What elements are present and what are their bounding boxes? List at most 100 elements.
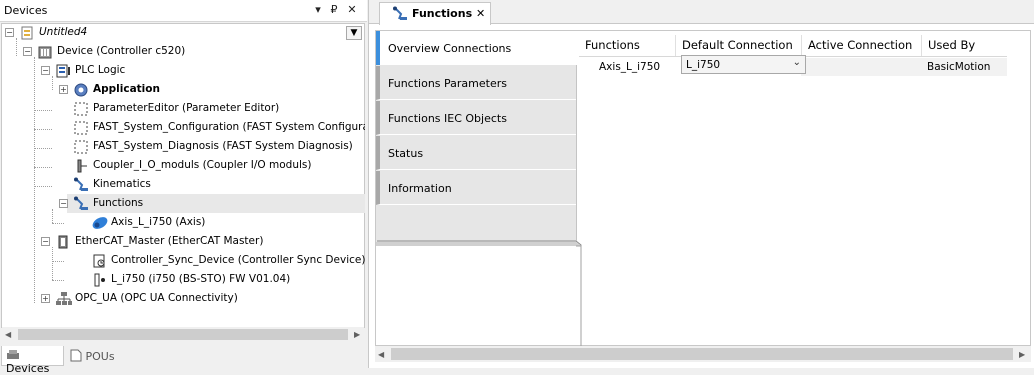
tree-item-label: Coupler_I_O_moduls (Coupler I/O moduls) [93,159,312,171]
functions-icon [392,6,408,25]
cell-used-by: BasicMotion [921,58,1007,76]
scrollbar-thumb[interactable] [391,348,1013,360]
tree-item-label: EtherCAT_Master (EtherCAT Master) [75,235,264,247]
tree-item-label: ParameterEditor (Parameter Editor) [93,102,280,114]
cell-function: Axis_L_i750 [599,61,661,73]
close-tab-icon[interactable]: ✕ [476,7,485,20]
collapse-icon[interactable]: − [23,47,32,56]
tree-item[interactable]: FAST_System_Diagnosis (FAST System Diagn… [1,137,365,156]
scroll-left-icon[interactable]: ◀ [5,329,11,340]
tree-item-label: Controller_Sync_Device (Controller Sync … [111,254,365,266]
expand-icon[interactable]: + [59,85,68,94]
editor-horizontal-scrollbar[interactable]: ◀ ▶ [375,346,1031,362]
devices-panel-header: Devices ▾ ₽ ✕ [0,0,367,22]
expand-icon[interactable]: + [41,294,50,303]
default-connection-dropdown[interactable]: L_i750 ⌄ [681,55,806,74]
tree-item-label: Application [93,83,160,95]
dashed-box-icon [73,101,89,117]
tree-item[interactable]: − Functions [59,194,365,213]
scroll-right-icon[interactable]: ▶ [1019,349,1025,360]
side-tab-label: Functions IEC Objects [388,112,507,125]
side-tab-label: Information [388,182,452,195]
editor-tab-functions[interactable]: Functions ✕ [379,2,491,25]
column-header-active-connection[interactable]: Active Connection [801,35,921,56]
tree-item[interactable]: ParameterEditor (Parameter Editor) [1,99,365,118]
ethercat-icon [55,234,71,250]
sync-device-icon [91,253,107,269]
editor-area: Functions ✕ Overview Connections Function… [368,0,1034,368]
side-tab-functions-parameters[interactable]: Functions Parameters [376,66,576,100]
tree-item-label: Device (Controller c520) [57,45,186,57]
scrollbar-thumb[interactable] [18,329,348,340]
collapse-icon[interactable]: − [41,237,50,246]
column-header-used-by[interactable]: Used By [921,35,1001,56]
tree-item[interactable]: Coupler_I_O_moduls (Coupler I/O moduls) [1,156,365,175]
tree-item-label: FAST_System_Configuration (FAST System C… [93,121,365,133]
side-tab-overview-connections[interactable]: Overview Connections [376,31,576,65]
tab-pous[interactable]: POUs [66,346,126,366]
tree-item-label: Functions [93,197,144,209]
coupler-icon [73,158,89,174]
editor-tab-label: Functions [412,7,473,20]
panel-bottom-tabs: Devices POUs [0,345,367,375]
tree-item[interactable]: FAST_System_Configuration (FAST System C… [1,118,365,137]
panel-menu-dropdown-icon[interactable]: ▾ [310,2,326,18]
tree-item-label: OPC_UA (OPC UA Connectivity) [75,292,238,304]
tab-devices-label: Devices [6,362,50,375]
tab-pous-label: POUs [85,350,115,363]
tree-item-label: Axis_L_i750 (Axis) [111,216,206,228]
pous-tab-icon [70,349,82,362]
side-tab-information[interactable]: Information [376,171,576,205]
tree-item-label: L_i750 (i750 (BS-STO) FW V01.04) [111,273,291,285]
controller-icon [37,44,53,60]
collapse-icon[interactable]: − [5,28,14,37]
side-tab-label: Status [388,147,424,160]
application-gear-icon [73,82,89,98]
pin-icon[interactable]: ₽ [326,2,342,18]
tree-item[interactable]: − Untitled4 [1,23,365,42]
tree-item[interactable]: − Device (Controller c520) [1,42,365,61]
kinematics-icon [73,177,89,193]
devices-panel: Devices ▾ ₽ ✕ ▼ − Untitled4− Device (Contr… [0,0,367,375]
tree-item[interactable]: − EtherCAT_Master (EtherCAT Master) [1,232,365,251]
drive-icon [91,272,107,288]
collapse-icon[interactable]: − [59,199,68,208]
side-tab-functions-iec-objects[interactable]: Functions IEC Objects [376,101,576,135]
scroll-right-icon[interactable]: ▶ [354,329,360,340]
axis-icon [91,215,108,231]
scroll-left-icon[interactable]: ◀ [378,349,384,360]
side-tab-status[interactable]: Status [376,136,576,170]
tree-item[interactable]: L_i750 (i750 (BS-STO) FW V01.04) [1,270,365,289]
tree-item[interactable]: Axis_L_i750 (Axis) [1,213,365,232]
cell-active-connection[interactable] [801,58,921,76]
tree-item[interactable]: + Application [1,80,365,99]
tree-horizontal-scrollbar[interactable]: ◀ ▶ [2,327,364,342]
tree-item-label: PLC Logic [75,64,126,76]
column-header-default-connection[interactable]: Default Connection [675,35,800,56]
functions-editor: Overview Connections Functions Parameters… [375,30,1031,347]
tree-item-label: Kinematics [93,178,151,190]
tree-item[interactable]: − PLC Logic [1,61,365,80]
project-icon [19,25,35,41]
side-tab-label: Overview Connections [388,42,512,55]
default-connection-value: L_i750 [686,59,721,71]
tree-item-label: FAST_System_Diagnosis (FAST System Diagn… [93,140,353,152]
tree-rows: − Untitled4− Device (Controller c520) − PLC … [1,23,365,328]
tree-item[interactable]: Kinematics [1,175,365,194]
dashed-box-icon [73,139,89,155]
devices-panel-title: Devices [4,4,48,17]
opcua-icon [55,291,72,307]
close-panel-icon[interactable]: ✕ [344,2,360,18]
collapse-icon[interactable]: − [41,66,50,75]
tree-item[interactable]: Controller_Sync_Device (Controller Sync … [1,251,365,270]
editor-tab-strip: Functions ✕ [369,0,1034,25]
chevron-down-icon: ⌄ [792,57,801,68]
devices-tab-icon [6,349,20,361]
tree-item[interactable]: + OPC_UA (OPC UA Connectivity) [1,289,365,308]
tab-devices[interactable]: Devices [1,346,64,375]
functions-icon [73,196,89,212]
column-header-functions[interactable]: Functions [579,35,674,56]
plc-logic-icon [55,63,71,79]
tree-item-label: Untitled4 [39,26,88,38]
side-tab-label: Functions Parameters [388,77,507,90]
